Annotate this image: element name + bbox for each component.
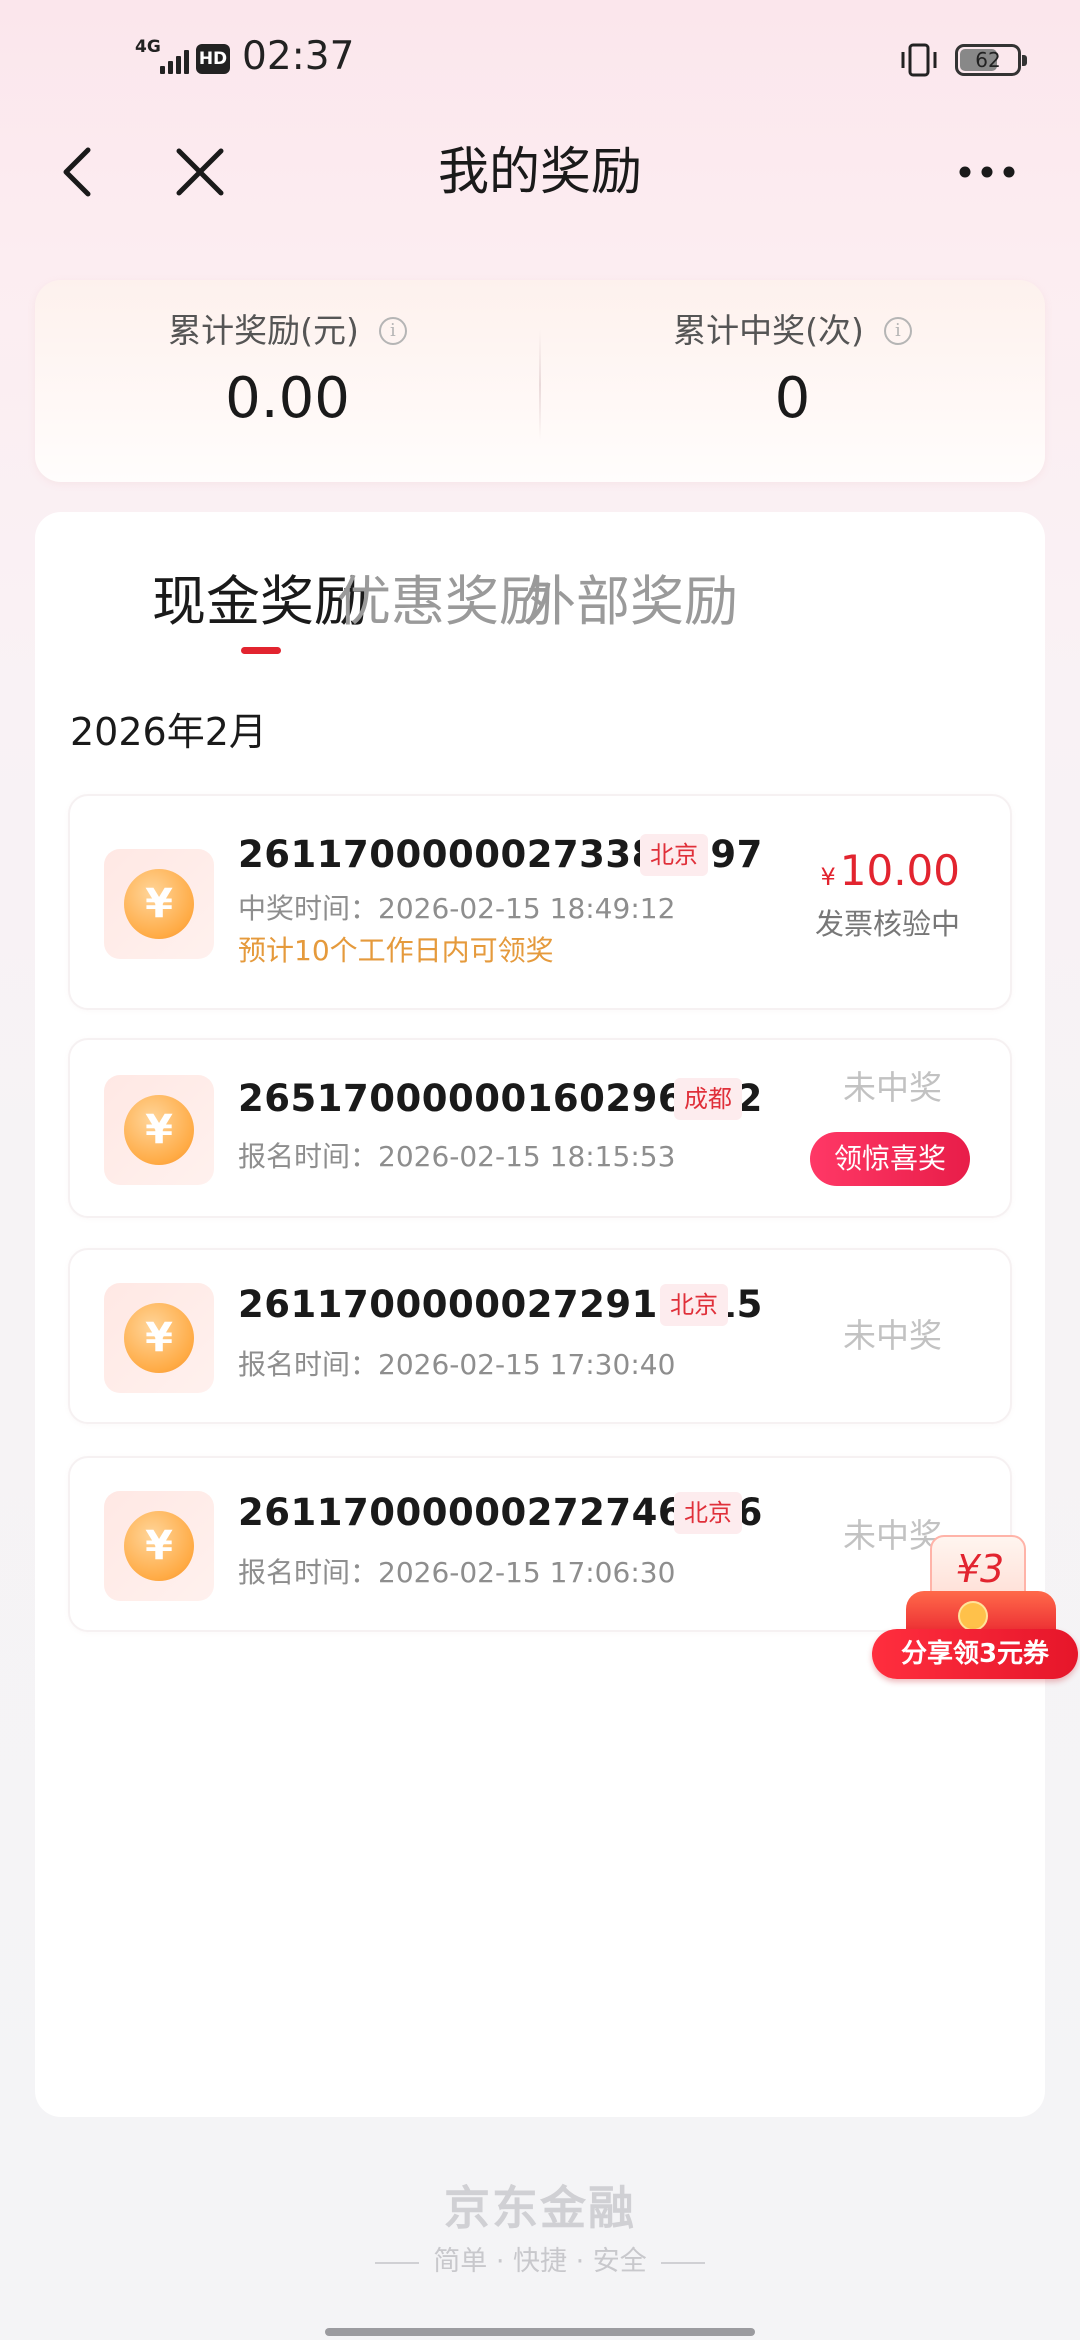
coin-icon: ¥ (104, 849, 214, 959)
record-time: 报名时间：2026-02-15 17:06:30 (238, 1556, 676, 1589)
footer-slogan: 简单 · 快捷 · 安全 (0, 2242, 1080, 2282)
coin-icon: ¥ (104, 1283, 214, 1393)
list-item[interactable]: ¥ 26117000000272916715 北京 报名时间：2026-02-1… (68, 1248, 1012, 1424)
record-status: 未中奖 (843, 1068, 942, 1107)
record-time: 报名时间：2026-02-15 18:15:53 (238, 1140, 676, 1173)
info-icon[interactable]: i (378, 317, 407, 345)
total-reward-label: 累计奖励(元) (168, 311, 359, 350)
reward-tabs: 现金奖励 优惠奖励 外部奖励 (35, 562, 1045, 672)
tab-external-rewards[interactable]: 外部奖励 (510, 562, 750, 642)
coin-icon: ¥ (104, 1491, 214, 1601)
info-icon[interactable]: i (883, 317, 912, 345)
city-tag: 北京 (674, 1492, 742, 1534)
list-item[interactable]: ¥ 26117000000273385697 北京 中奖时间：2026-02-1… (68, 794, 1012, 1010)
home-indicator[interactable] (325, 2328, 755, 2336)
page-title: 我的奖励 (437, 143, 642, 202)
total-wins-label: 累计中奖(次) (673, 311, 864, 350)
prize-amount: ¥10.00 (820, 846, 960, 895)
city-tag: 成都 (674, 1078, 742, 1120)
network-type: 4G (135, 37, 161, 57)
total-reward-value: 0.00 (225, 366, 350, 431)
coin-icon: ¥ (104, 1075, 214, 1185)
city-tag: 北京 (660, 1284, 728, 1326)
claim-surprise-button[interactable]: 领惊喜奖 (810, 1132, 970, 1186)
status-bar: 4G HD 02:37 62 (0, 0, 1080, 120)
total-reward-stat: 累计奖励(元) i 0.00 (35, 310, 540, 432)
nav-bar: 我的奖励 (0, 120, 1080, 230)
signal-icon (160, 48, 190, 74)
record-time: 报名时间：2026-02-15 17:30:40 (238, 1348, 676, 1381)
share-coupon-button[interactable]: 分享领3元券 (872, 1629, 1078, 1679)
total-wins-value: 0 (774, 366, 811, 431)
coin-icon (958, 1601, 988, 1631)
month-header: 2026年2月 (70, 710, 267, 754)
status-time: 02:37 (242, 34, 355, 79)
more-button[interactable] (955, 140, 1019, 204)
record-status: 未中奖 (843, 1316, 942, 1355)
more-dots-icon (959, 166, 1015, 178)
hd-icon: HD (196, 44, 230, 74)
list-item[interactable]: ¥ 26517000000160296662 成都 报名时间：2026-02-1… (68, 1038, 1012, 1218)
record-status: 发票核验中 (814, 907, 960, 941)
reward-summary-card: 累计奖励(元) i 0.00 累计中奖(次) i 0 (35, 280, 1045, 482)
record-time: 中奖时间：2026-02-15 18:49:12 (238, 892, 676, 925)
share-coupon-float[interactable]: ¥3 分享领3元券 (870, 1535, 1080, 1685)
vibrate-icon (901, 43, 937, 77)
claim-note: 预计10个工作日内可领奖 (238, 934, 554, 967)
active-tab-indicator (241, 647, 281, 654)
rewards-list-card: 现金奖励 优惠奖励 外部奖励 2026年2月 ¥ 261170000002733… (35, 512, 1045, 2117)
battery-icon: 62 (955, 44, 1027, 76)
footer-brand-logo: 京东金融 (444, 2181, 636, 2235)
city-tag: 北京 (640, 834, 708, 876)
battery-level: 62 (975, 48, 1001, 72)
total-wins-stat: 累计中奖(次) i 0 (540, 310, 1045, 432)
